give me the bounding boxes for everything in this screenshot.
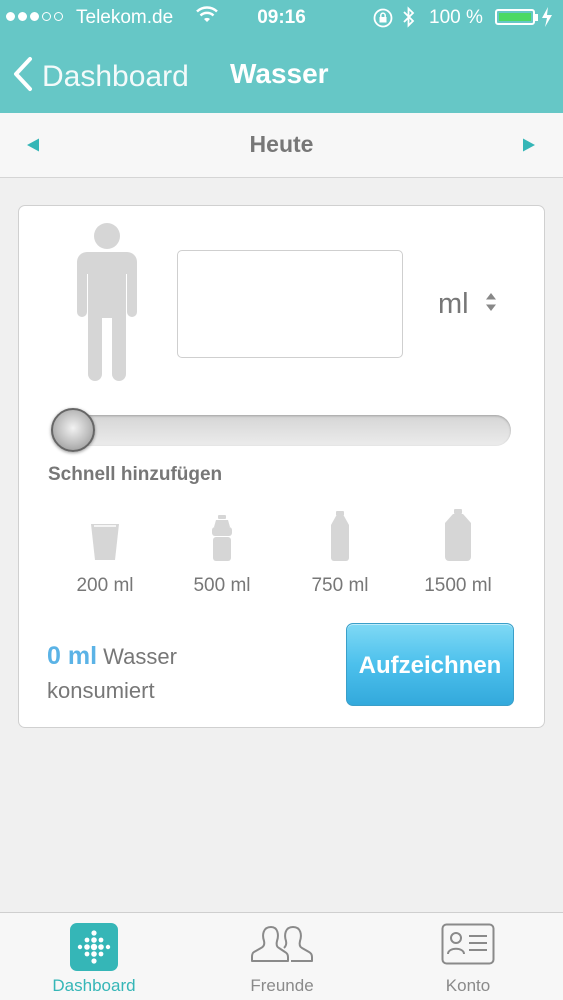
navigation-bar: Dashboard Wasser <box>0 36 563 113</box>
battery-fill <box>499 13 531 21</box>
account-card-icon <box>398 923 538 973</box>
charging-icon <box>541 6 553 34</box>
unit-select[interactable]: ml <box>438 288 497 321</box>
battery-cap <box>535 14 538 21</box>
tab-dashboard[interactable]: Dashboard <box>24 913 164 1000</box>
water-entry-card: ml Schnell hinzufügen 200 ml 500 ml 750 … <box>18 205 545 728</box>
triangle-right-icon <box>523 138 535 152</box>
date-label: Heute <box>249 131 314 157</box>
slider-knob[interactable] <box>51 408 95 452</box>
battery-percent: 100 % <box>429 7 483 28</box>
person-icon <box>75 222 139 387</box>
page-title: Wasser <box>230 58 329 89</box>
quick-add-label-750: 750 ml <box>311 575 369 596</box>
quick-add-200ml[interactable]: 200 ml <box>55 503 155 597</box>
app-header: Telekom.de 09:16 100 % Dashboard Wasser <box>0 0 563 113</box>
friends-icon <box>212 923 352 973</box>
tab-account-label: Konto <box>445 976 491 995</box>
amount-slider[interactable] <box>51 408 511 452</box>
quick-add-label: Schnell hinzufügen <box>48 464 223 485</box>
record-button[interactable]: Aufzeichnen <box>346 623 514 706</box>
battery-icon <box>495 9 535 25</box>
quick-add-label-200: 200 ml <box>76 575 134 596</box>
back-button[interactable]: Dashboard <box>12 56 189 97</box>
date-navigator: Heute <box>0 113 563 178</box>
back-button-label: Dashboard <box>42 59 189 93</box>
quick-add-label-500: 500 ml <box>193 575 251 596</box>
tab-friends-label: Freunde <box>250 976 314 995</box>
large-bottle-icon <box>408 503 508 561</box>
bluetooth-icon <box>402 6 416 34</box>
water-amount-input[interactable] <box>177 250 403 358</box>
tab-account[interactable]: Konto <box>398 913 538 1000</box>
chevron-left-icon <box>12 56 34 97</box>
glass-icon <box>55 503 155 561</box>
dashboard-icon <box>24 923 164 973</box>
consumed-text-2: konsumiert <box>47 678 155 703</box>
quick-add-750ml[interactable]: 750 ml <box>290 503 390 597</box>
consumed-summary: 0 ml Wasser konsumiert <box>47 639 177 708</box>
tab-friends[interactable]: Freunde <box>212 913 352 1000</box>
quick-add-500ml[interactable]: 500 ml <box>172 503 272 597</box>
status-bar: Telekom.de 09:16 100 % <box>0 0 563 36</box>
up-down-arrows-icon <box>485 292 497 317</box>
consumed-text-1: Wasser <box>103 644 177 669</box>
rotation-lock-icon <box>372 7 394 35</box>
next-day-button[interactable] <box>522 138 536 157</box>
tab-bar: Dashboard Freunde Konto <box>0 912 563 1000</box>
tab-dashboard-label: Dashboard <box>52 976 136 995</box>
quick-add-1500ml[interactable]: 1500 ml <box>408 503 508 597</box>
medium-bottle-icon <box>290 503 390 561</box>
quick-add-label-1500: 1500 ml <box>424 575 492 596</box>
consumed-amount: 0 ml <box>47 642 98 670</box>
unit-label: ml <box>438 288 469 320</box>
small-bottle-icon <box>172 503 272 561</box>
